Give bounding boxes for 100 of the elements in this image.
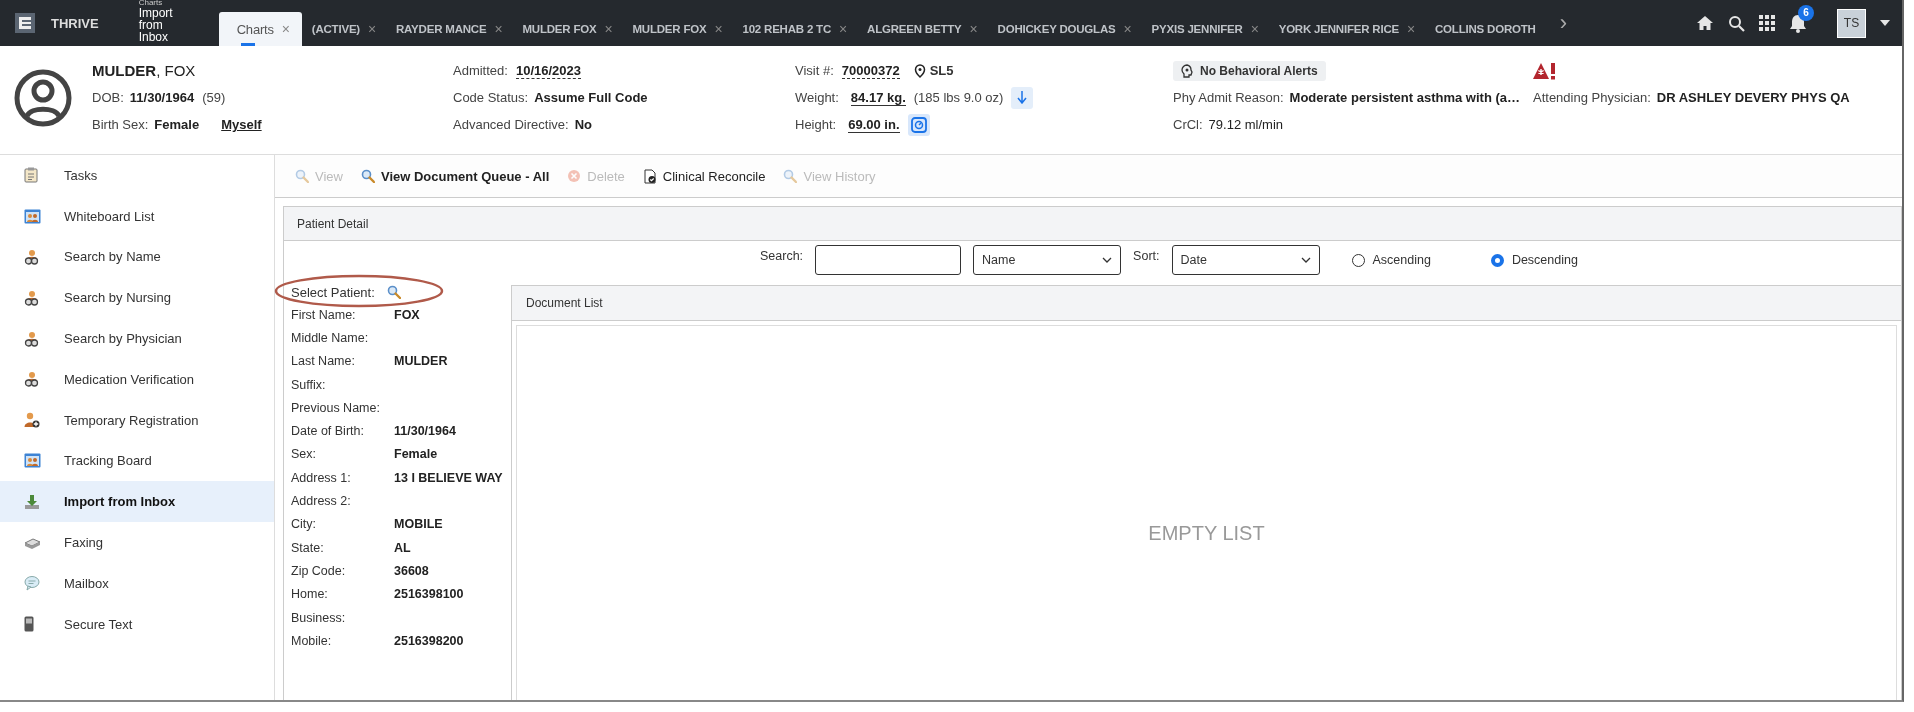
scroll-right-arrow[interactable]: › (1559, 10, 1568, 36)
field-label: Previous Name: (291, 400, 381, 415)
sort-order-radio[interactable]: Ascending (1351, 253, 1431, 267)
field-label: Phy Admit Reason: (1173, 90, 1284, 105)
search-label: Search: (760, 249, 804, 263)
nav-item[interactable]: Search by Nursing (0, 277, 274, 319)
nav-item[interactable]: Tracking Board (0, 440, 274, 482)
trend-button[interactable] (1011, 86, 1034, 109)
chart-tab[interactable]: ALGREEN BETTY × (857, 12, 988, 46)
field-value: Assume Full Code (534, 90, 648, 105)
chart-tab[interactable]: MULDER FOX × (512, 12, 623, 46)
people-icon (24, 289, 40, 306)
grid-icon[interactable] (1759, 15, 1775, 31)
field-label: DOB: (92, 90, 124, 105)
panel-title: Document List (526, 296, 603, 310)
nav-item[interactable]: Import from Inbox (0, 481, 274, 523)
nav-item[interactable]: Secure Text (0, 603, 274, 645)
speech-bubble-icon (24, 575, 40, 592)
avatar-icon (14, 69, 72, 127)
nav-item[interactable]: Medication Verification (0, 359, 274, 400)
field-label: Admitted: (453, 63, 508, 78)
field-label: Mobile: (291, 633, 333, 648)
download-icon (24, 493, 40, 510)
relationship-link[interactable]: Myself (221, 117, 262, 132)
chart-tab[interactable]: (ACTIVE) × (301, 12, 386, 46)
search-icon (783, 169, 798, 183)
field-value[interactable]: 70000372 (841, 62, 900, 79)
select-patient-button[interactable] (386, 285, 401, 299)
location-code: SL5 (929, 63, 954, 78)
sort-label: Sort: (1133, 249, 1160, 263)
document-check-icon (642, 168, 657, 184)
field-label: Middle Name: (291, 330, 370, 345)
field-value[interactable]: 84.17 kg. (850, 89, 906, 106)
chart-tab[interactable]: Charts × (218, 12, 302, 46)
search-field[interactable] (815, 245, 962, 275)
down-arrow-icon (1017, 91, 1028, 104)
chart-tab[interactable]: 102 REHAB 2 TC × (732, 12, 858, 46)
nav-item[interactable]: Mailbox (0, 562, 274, 604)
nav-item[interactable]: Search by Physician (0, 318, 274, 359)
field-value[interactable]: 10/16/2023 (515, 62, 581, 79)
chart-tab[interactable]: COLLINS DOROTH (1425, 12, 1546, 46)
sort-order-radio[interactable]: Descending (1490, 253, 1578, 267)
head-icon (1181, 63, 1194, 78)
panel-title: Patient Detail (297, 216, 369, 231)
user-avatar[interactable]: TS (1837, 8, 1866, 38)
field-label: Advanced Directive: (453, 117, 569, 132)
field-value: 11/30/1964 (129, 90, 195, 105)
notifications-button[interactable]: 6 (1789, 5, 1815, 33)
board-icon (24, 453, 41, 469)
field-value: Female (154, 117, 200, 132)
field-value: MOBILE (394, 517, 443, 532)
field-label: Height: (795, 117, 837, 132)
search-icon[interactable] (1728, 14, 1745, 32)
people-icon (24, 371, 40, 388)
field-value[interactable]: 69.00 in. (848, 116, 900, 133)
context-title: Import from Inbox (138, 7, 174, 43)
notification-count: 6 (1798, 5, 1814, 21)
field-label: First Name: (291, 307, 357, 322)
field-label: State: (291, 540, 325, 555)
caret-icon[interactable] (1880, 20, 1890, 26)
sort-dropdown[interactable]: Date (1171, 245, 1320, 275)
field-label: City: (291, 517, 317, 532)
logo-icon (15, 13, 35, 33)
scale-button[interactable] (907, 113, 930, 136)
search-by-dropdown[interactable]: Name (973, 245, 1122, 275)
field-value: No (574, 117, 592, 132)
field-note: (185 lbs 9.0 oz) (913, 90, 1004, 105)
field-label: Date of Birth: (291, 424, 365, 439)
field-label: Zip Code: (291, 563, 347, 578)
nav-item[interactable]: Tasks (0, 155, 274, 196)
field-label: Address 1: (291, 470, 352, 485)
field-note: (59) (202, 90, 226, 105)
field-value: 2516398100 (394, 587, 464, 602)
toolbar-button[interactable]: Clinical Reconcile (640, 166, 768, 186)
field-label: Suffix: (291, 377, 327, 392)
chart-tab[interactable]: MULDER FOX × (622, 12, 733, 46)
field-value: FOX (394, 307, 420, 322)
chevron-down-icon (1300, 257, 1311, 263)
radio-circle[interactable] (1490, 253, 1504, 267)
toolbar-button[interactable]: View Document Queue - All (358, 166, 552, 186)
scale-icon (910, 116, 927, 133)
product-name: THRIVE (51, 15, 99, 31)
nav-item[interactable]: Faxing (0, 522, 274, 563)
search-icon (295, 169, 309, 183)
chart-tab[interactable]: PYXIS JENNIFER × (1141, 12, 1269, 46)
search-icon (386, 285, 401, 299)
people-icon (24, 249, 40, 265)
home-icon[interactable] (1696, 15, 1714, 31)
empty-message: EMPTY LIST (1148, 521, 1265, 545)
nav-item[interactable]: Temporary Registration (0, 399, 274, 441)
chart-tab[interactable]: RAYDER MANCE × (385, 12, 513, 46)
nav-item[interactable]: Search by Name (0, 236, 274, 278)
field-value: AL (394, 540, 411, 555)
nav-item[interactable]: Whiteboard List (0, 195, 274, 237)
clipboard-icon (24, 167, 38, 184)
chart-tab[interactable]: YORK JENNIFER RICE × (1268, 12, 1425, 46)
chart-tab[interactable]: DOHICKEY DOUGLAS × (987, 12, 1142, 46)
chip-text: No Behavioral Alerts (1200, 63, 1318, 78)
field-label: Address 2: (291, 494, 352, 508)
delete-icon (567, 169, 582, 183)
